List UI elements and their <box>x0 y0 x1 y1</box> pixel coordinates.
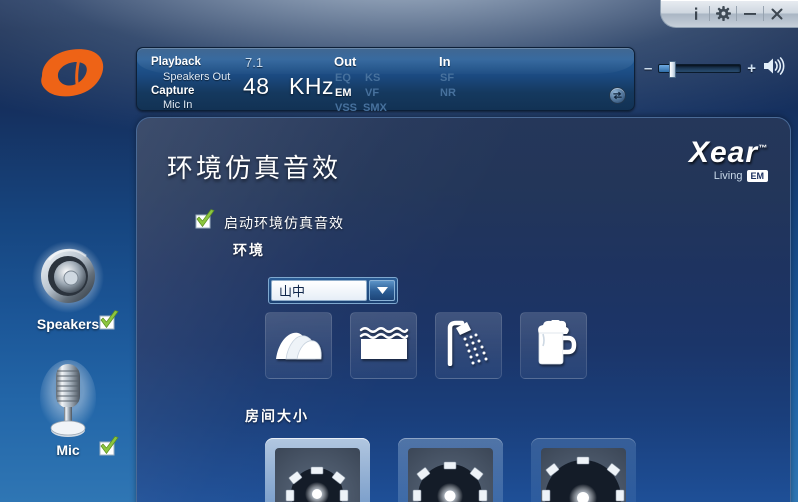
capture-label: Capture <box>151 85 195 97</box>
room-size-label: 房间大小 <box>245 409 309 425</box>
xear-subtitle: Living EM <box>648 170 768 182</box>
shower-icon <box>445 320 493 371</box>
close-icon[interactable] <box>764 3 790 25</box>
preset-mountain-button[interactable] <box>265 312 332 379</box>
xear-badge: EM <box>746 170 768 182</box>
volume-slider-thumb[interactable] <box>669 60 677 78</box>
preset-shower-button[interactable] <box>435 312 502 379</box>
tag-em[interactable]: EM <box>335 87 352 99</box>
microphone-icon <box>0 360 136 442</box>
swap-icon[interactable] <box>609 87 626 104</box>
volume-control: – + <box>644 56 786 80</box>
preset-beer-button[interactable] <box>520 312 587 379</box>
speaker-icon[interactable] <box>762 56 786 81</box>
speakers-check-icon[interactable] <box>96 310 120 332</box>
volume-down-button[interactable]: – <box>644 61 652 76</box>
tag-vf[interactable]: VF <box>365 87 379 99</box>
playback-device: Speakers Out <box>163 71 231 83</box>
volume-up-button[interactable]: + <box>747 61 756 76</box>
in-section-label: In <box>439 54 451 69</box>
tag-sf[interactable]: SF <box>440 72 454 84</box>
preset-buttons <box>265 312 587 379</box>
sidebar-item-mic[interactable]: Mic <box>0 360 136 470</box>
status-info-bar: Playback Speakers Out Capture Mic In 7.1… <box>136 47 635 114</box>
page-title: 环境仿真音效 <box>167 154 342 184</box>
trademark-mark: ™ <box>758 143 768 153</box>
cmedia-logo <box>32 42 112 104</box>
xear-logo: Xear™ Living EM <box>648 138 768 182</box>
enable-effect-checkbox[interactable]: 启动环境仿真音效 <box>192 209 344 236</box>
out-section-label: Out <box>334 54 357 69</box>
minimize-icon[interactable] <box>737 3 763 25</box>
window-controls <box>660 0 798 28</box>
tag-vss[interactable]: VSS <box>335 102 357 114</box>
speaker-device-icon <box>0 240 136 314</box>
tag-nr[interactable]: NR <box>440 87 456 99</box>
playback-label: Playback <box>151 56 201 68</box>
main-panel: 环境仿真音效 Xear™ Living EM 启动环境仿真音效 环境 山中 房间… <box>136 117 791 502</box>
room-size-small[interactable] <box>265 438 370 502</box>
xear-text: Xear <box>688 136 758 169</box>
room-thumbnail <box>408 448 493 502</box>
water-icon <box>359 325 409 366</box>
tag-smx[interactable]: SMX <box>363 102 387 114</box>
title-bar <box>0 0 798 30</box>
tag-ks[interactable]: KS <box>365 72 380 84</box>
application-window: Playback Speakers Out Capture Mic In 7.1… <box>0 0 798 502</box>
chevron-down-icon[interactable] <box>369 280 395 301</box>
sample-rate-value: 48 <box>243 73 270 99</box>
sidebar-item-speakers[interactable]: Speakers <box>0 240 136 352</box>
xear-wordmark: Xear™ <box>648 138 768 168</box>
checkbox-checked-icon[interactable] <box>192 209 216 236</box>
mountain-icon <box>274 323 324 368</box>
environment-select-value: 山中 <box>271 280 367 301</box>
preset-water-button[interactable] <box>350 312 417 379</box>
beer-mug-icon <box>530 319 578 371</box>
room-thumbnail <box>541 448 626 502</box>
gear-icon[interactable] <box>710 3 736 25</box>
enable-effect-label: 启动环境仿真音效 <box>224 215 344 232</box>
device-sidebar: Speakers Mic <box>0 240 136 470</box>
environment-select[interactable]: 山中 <box>268 277 398 304</box>
tag-eq[interactable]: EQ <box>335 72 351 84</box>
volume-slider[interactable] <box>658 60 742 78</box>
capture-device: Mic In <box>163 99 193 111</box>
info-icon[interactable] <box>683 3 709 25</box>
sample-rate-unit: KHz <box>289 73 334 99</box>
xear-sub-text: Living <box>713 170 743 182</box>
mic-check-icon[interactable] <box>96 436 120 458</box>
room-size-large[interactable] <box>531 438 636 502</box>
room-thumbnail <box>275 448 360 502</box>
room-size-medium[interactable] <box>398 438 503 502</box>
room-size-options <box>265 438 636 502</box>
channel-count: 7.1 <box>245 55 264 70</box>
environment-label: 环境 <box>233 243 265 259</box>
